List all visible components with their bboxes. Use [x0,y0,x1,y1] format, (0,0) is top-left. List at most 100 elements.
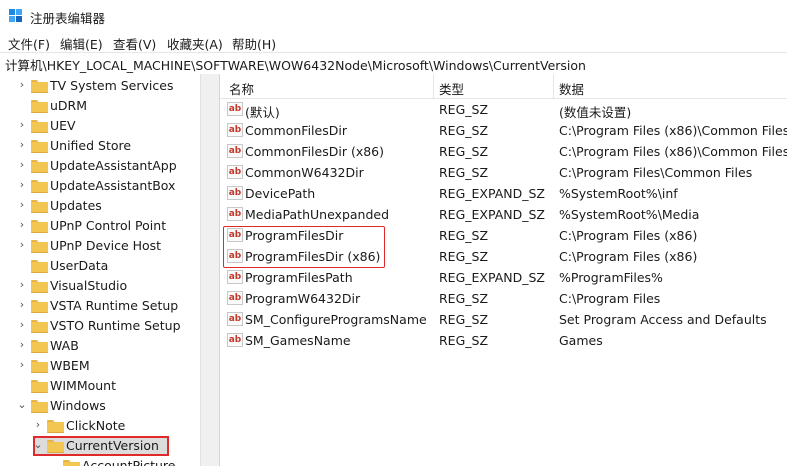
chevron-down-icon[interactable]: ⌄ [17,399,27,410]
chevron-right-icon[interactable]: › [17,199,27,210]
chevron-right-icon[interactable]: › [17,159,27,170]
menu-help[interactable]: 帮助(H) [232,34,276,53]
menu-favorites[interactable]: 收藏夹(A) [167,34,223,53]
pane-splitter[interactable] [200,74,220,466]
chevron-right-icon[interactable]: › [17,79,27,90]
value-row[interactable]: ab (默认) REG_SZ (数值未设置) [220,99,787,120]
chevron-right-icon[interactable]: › [17,299,27,310]
string-value-icon: ab [227,333,243,347]
tree-item[interactable]: › Updates [0,196,200,216]
value-row[interactable]: ab MediaPathUnexpanded REG_EXPAND_SZ %Syste… [220,204,787,225]
title-bar: 注册表编辑器 [0,0,787,32]
tree-item[interactable]: › ClickNote [0,416,200,436]
value-row[interactable]: ab SM_ConfigureProgramsName REG_SZ Set Prog… [220,309,787,330]
chevron-down-icon[interactable]: ⌄ [33,439,43,450]
menu-view[interactable]: 查看(V) [113,34,156,53]
value-name: SM_ConfigureProgramsName [245,312,427,327]
chevron-right-icon[interactable] [17,260,27,270]
tree-item[interactable]: AccountPicture [0,456,200,466]
tree-item-label: UpdateAssistantApp [50,158,177,173]
chevron-right-icon[interactable]: › [17,319,27,330]
tree-item[interactable]: › VSTO Runtime Setup [0,316,200,336]
tree-item[interactable]: › Unified Store [0,136,200,156]
tree-item-label: CurrentVersion [66,438,159,453]
values-list[interactable]: 名称 类型 数据 ab (默认) REG_SZ (数值未设置) ab CommonFile… [220,74,787,466]
tree-item[interactable]: › WBEM [0,356,200,376]
tree-item[interactable]: › UPnP Control Point [0,216,200,236]
column-separator[interactable] [433,74,434,98]
value-type: REG_SZ [439,102,489,117]
value-data: C:\Program Files (x86)\Common Files [559,144,787,159]
tree-item[interactable]: › UpdateAssistantBox [0,176,200,196]
chevron-right-icon[interactable]: › [33,419,43,430]
folder-icon [31,120,48,133]
chevron-right-icon[interactable]: › [17,179,27,190]
tree-item[interactable]: › UEV [0,116,200,136]
value-row[interactable]: ab CommonFilesDir REG_SZ C:\Program Files (… [220,120,787,141]
tree-item[interactable]: ⌄ CurrentVersion [0,436,200,456]
value-row[interactable]: ab ProgramFilesPath REG_EXPAND_SZ %ProgramF… [220,267,787,288]
value-data: C:\Program Files (x86)\Common Files [559,123,787,138]
value-data: %ProgramFiles% [559,270,663,285]
chevron-right-icon[interactable]: › [17,219,27,230]
value-row[interactable]: ab DevicePath REG_EXPAND_SZ %SystemRoot%\in… [220,183,787,204]
column-data-header[interactable]: 数据 [559,79,584,98]
tree-item[interactable]: › VisualStudio [0,276,200,296]
value-name: SM_GamesName [245,333,351,348]
tree-item-label: VisualStudio [50,278,128,293]
folder-icon [47,440,64,453]
chevron-right-icon[interactable]: › [17,119,27,130]
string-value-icon: ab [227,123,243,137]
string-value-icon: ab [227,144,243,158]
value-name: MediaPathUnexpanded [245,207,390,222]
tree-item[interactable]: › VSTA Runtime Setup [0,296,200,316]
tree-item-label: ClickNote [66,418,126,433]
value-type: REG_SZ [439,165,489,180]
menu-edit[interactable]: 编辑(E) [60,34,103,53]
value-name: CommonFilesDir (x86) [245,144,384,159]
chevron-right-icon[interactable]: › [17,339,27,350]
tree-item-label: VSTA Runtime Setup [50,298,179,313]
chevron-right-icon[interactable] [17,380,27,390]
menu-file[interactable]: 文件(F) [8,34,50,53]
tree-item-label: UPnP Device Host [50,238,162,253]
chevron-right-icon[interactable]: › [17,239,27,250]
tree-item[interactable]: › WAB [0,336,200,356]
string-value-icon: ab [227,165,243,179]
address-bar[interactable]: 计算机\HKEY_LOCAL_MACHINE\SOFTWARE\WOW6432N… [0,52,787,75]
key-tree[interactable]: › TV System Services uDRM › UEV › Unified Stor… [0,74,200,466]
value-type: REG_EXPAND_SZ [439,186,545,201]
value-row[interactable]: ab CommonFilesDir (x86) REG_SZ C:\Program F… [220,141,787,162]
tree-item[interactable]: › UPnP Device Host [0,236,200,256]
value-type: REG_EXPAND_SZ [439,207,545,222]
tree-item[interactable]: uDRM [0,96,200,116]
tree-item[interactable]: WIMMount [0,376,200,396]
column-name-header[interactable]: 名称 [229,79,254,98]
folder-icon [63,460,80,466]
value-row[interactable]: ab SM_GamesName REG_SZ Games [220,330,787,351]
chevron-right-icon[interactable] [17,100,27,110]
tree-item-label: Unified Store [50,138,132,153]
tree-item[interactable]: › TV System Services [0,76,200,96]
address-path[interactable]: 计算机\HKEY_LOCAL_MACHINE\SOFTWARE\WOW6432N… [5,55,586,74]
chevron-right-icon[interactable]: › [17,139,27,150]
value-row[interactable]: ab ProgramW6432Dir REG_SZ C:\Program Files [220,288,787,309]
chevron-right-icon[interactable]: › [17,359,27,370]
value-data: C:\Program Files [559,291,661,306]
folder-icon [31,180,48,193]
tree-item[interactable]: UserData [0,256,200,276]
tree-item-label: WAB [50,338,79,353]
folder-icon [31,320,48,333]
chevron-right-icon[interactable] [49,460,59,466]
column-separator[interactable] [553,74,554,98]
value-row[interactable]: ab CommonW6432Dir REG_SZ C:\Program Files\C… [220,162,787,183]
column-type-header[interactable]: 类型 [439,79,464,98]
chevron-right-icon[interactable]: › [17,279,27,290]
tree-item-label: WBEM [50,358,90,373]
folder-icon [31,260,48,273]
tree-item-label: UserData [50,258,109,273]
tree-item[interactable]: › UpdateAssistantApp [0,156,200,176]
tree-item[interactable]: ⌄ Windows [0,396,200,416]
folder-icon [31,160,48,173]
tree-item-label: AccountPicture [82,458,176,466]
